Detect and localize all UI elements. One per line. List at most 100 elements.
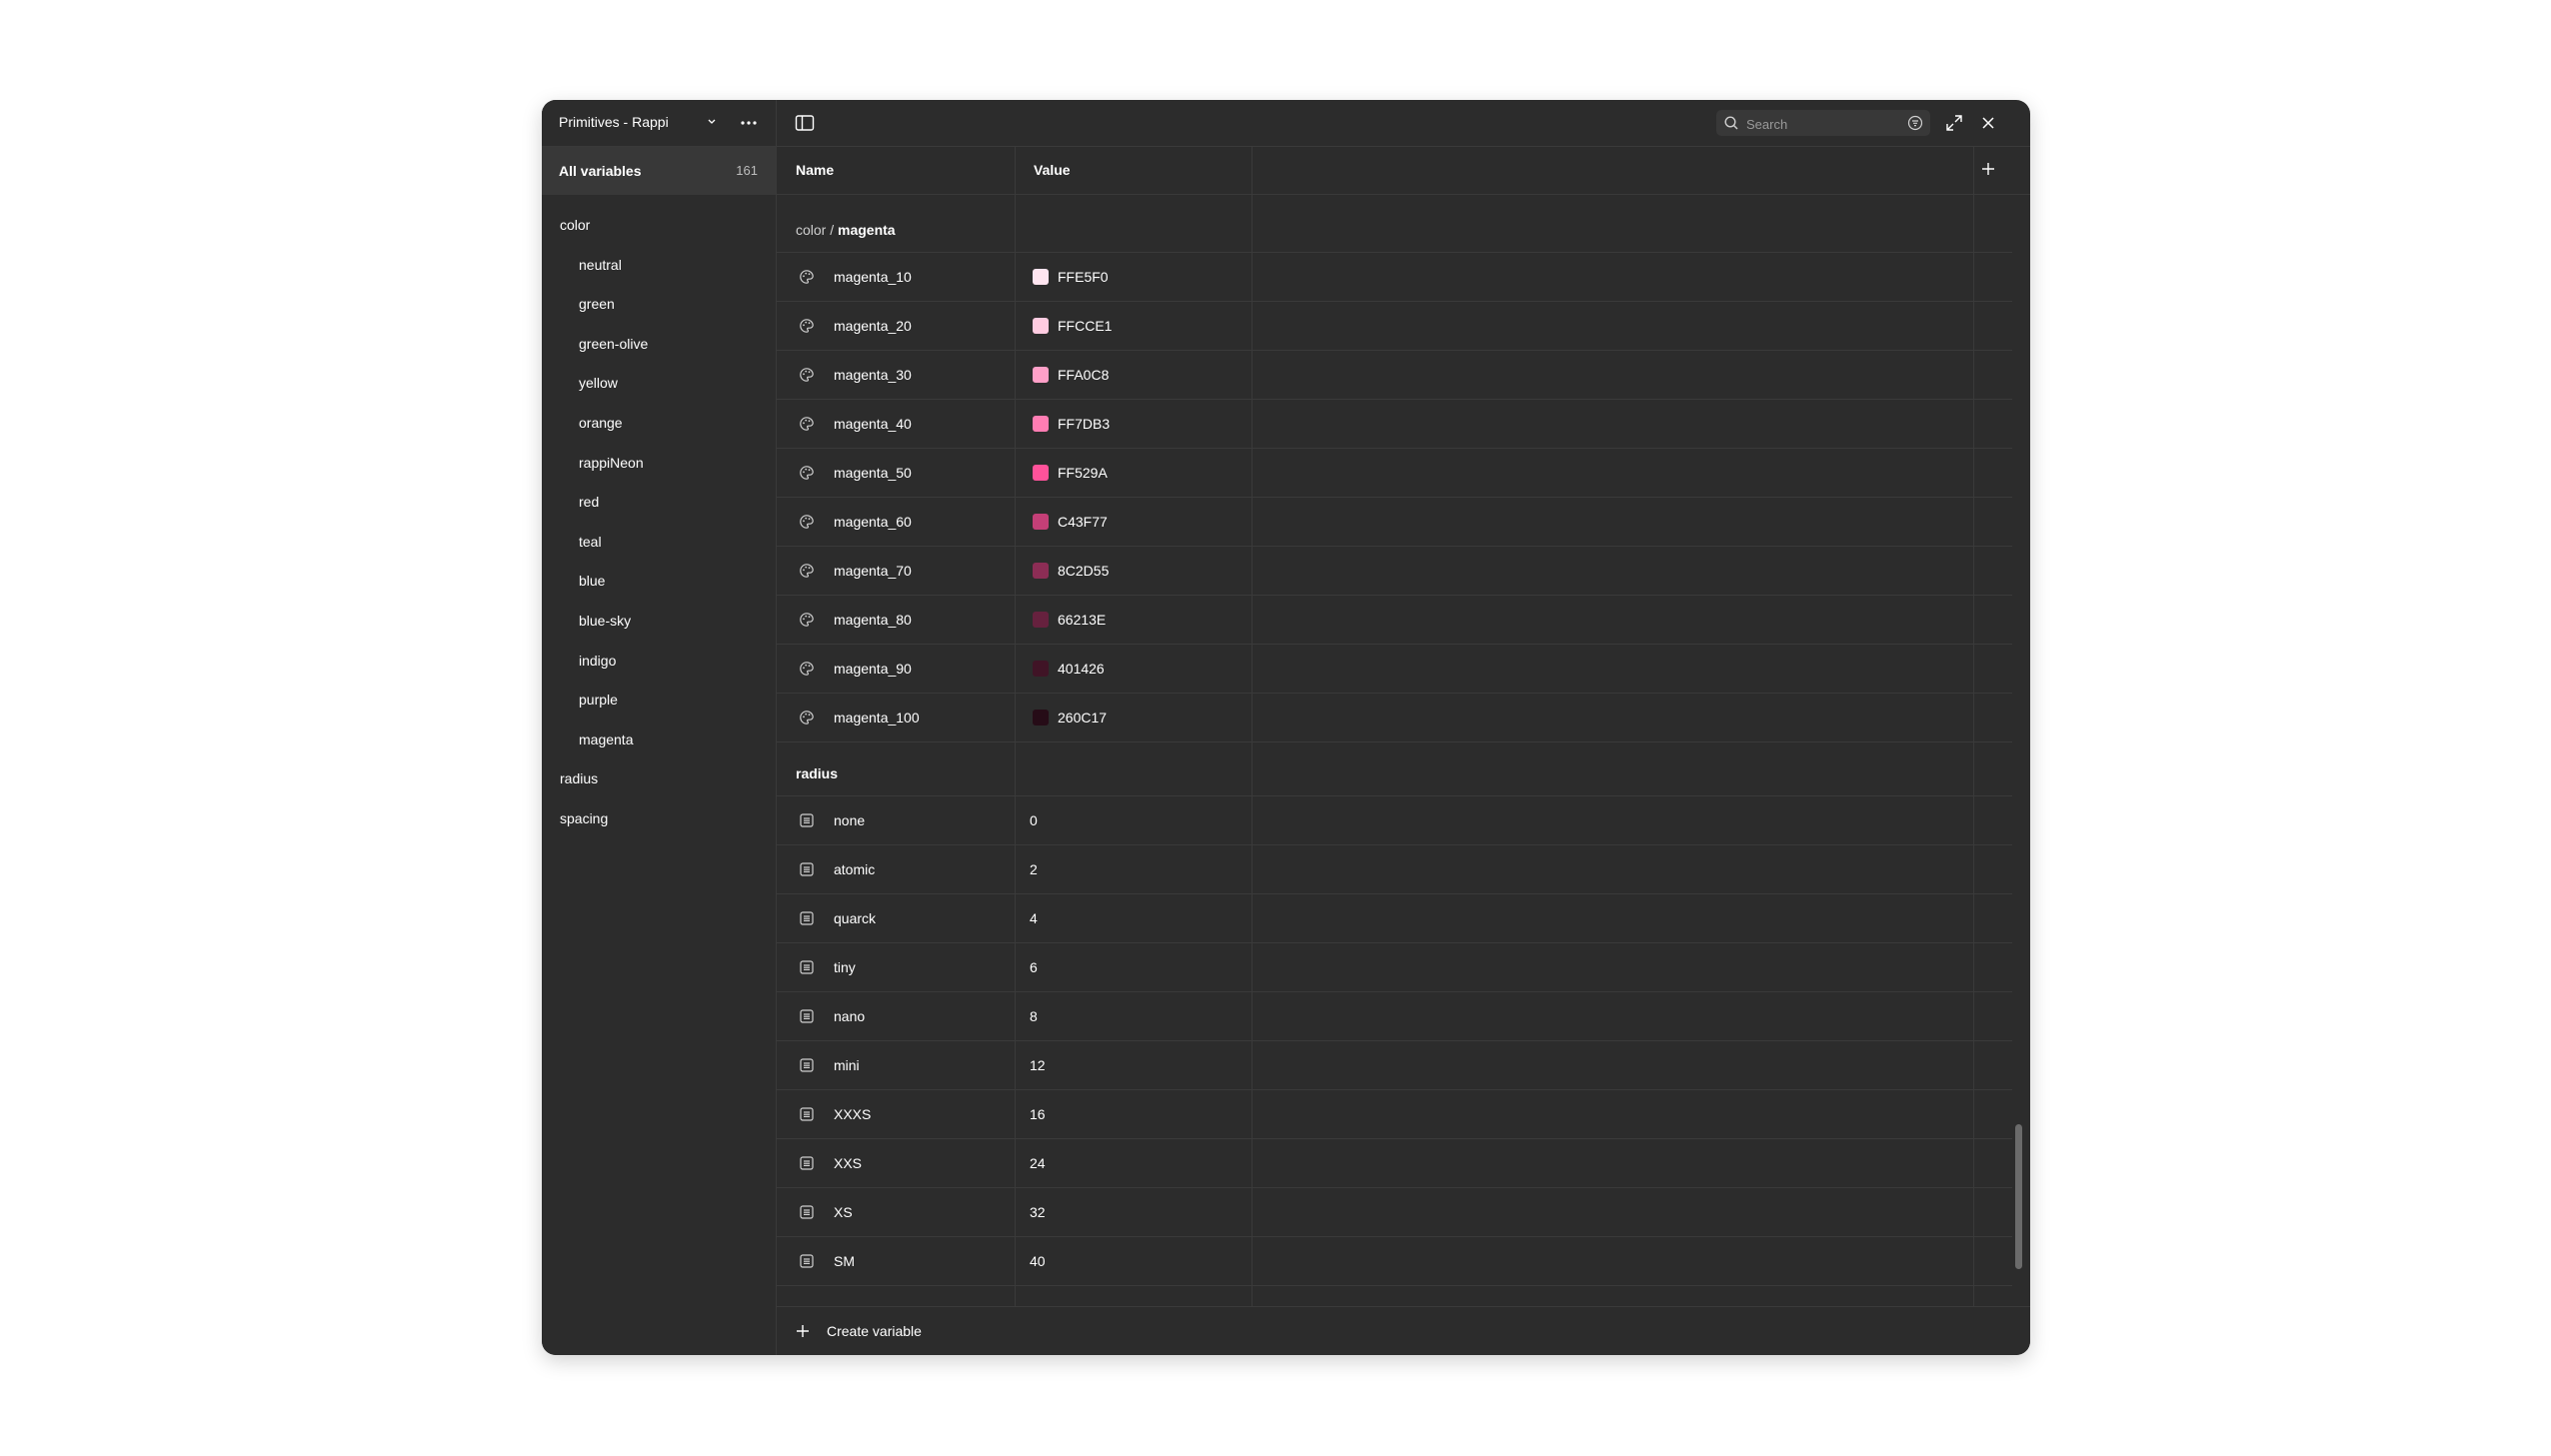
add-column-icon[interactable] — [1979, 160, 1997, 178]
color-swatch[interactable] — [1033, 318, 1049, 334]
plus-icon[interactable] — [795, 1323, 811, 1339]
sidebar-item-purple[interactable]: purple — [579, 692, 618, 708]
color-swatch[interactable] — [1033, 269, 1049, 285]
table-row[interactable]: nano 8 — [777, 992, 2012, 1041]
variable-name[interactable]: XXS — [834, 1155, 862, 1171]
table-row[interactable]: magenta_90 401426 — [777, 645, 2012, 694]
variable-value[interactable]: 4 — [1030, 910, 1038, 926]
color-swatch[interactable] — [1033, 465, 1049, 481]
table-row[interactable]: magenta_100 260C17 — [777, 694, 2012, 742]
variable-value[interactable]: 16 — [1030, 1106, 1046, 1122]
sidebar-item-indigo[interactable]: indigo — [579, 653, 616, 669]
variable-name[interactable]: mini — [834, 1057, 860, 1073]
variable-name[interactable]: magenta_10 — [834, 269, 912, 285]
sidebar-item-radius[interactable]: radius — [560, 770, 598, 786]
table-row[interactable]: quarck 4 — [777, 894, 2012, 943]
sidebar-item-color[interactable]: color — [560, 217, 590, 233]
variable-value[interactable]: 401426 — [1058, 661, 1105, 677]
search-box[interactable] — [1716, 110, 1930, 136]
variable-value[interactable]: FFA0C8 — [1058, 367, 1109, 383]
variable-name[interactable]: atomic — [834, 861, 875, 877]
variable-value[interactable]: FFCCE1 — [1058, 318, 1112, 334]
sidebar-item-teal[interactable]: teal — [579, 534, 602, 550]
expand-icon[interactable] — [1944, 113, 1964, 133]
variable-name[interactable]: nano — [834, 1008, 865, 1024]
color-swatch[interactable] — [1033, 661, 1049, 677]
table-row[interactable]: atomic 2 — [777, 845, 2012, 894]
table-row[interactable]: magenta_30 FFA0C8 — [777, 351, 2012, 400]
sidebar-item-orange[interactable]: orange — [579, 415, 623, 431]
color-swatch[interactable] — [1033, 514, 1049, 530]
variable-name[interactable]: tiny — [834, 959, 856, 975]
create-variable-button[interactable]: Create variable — [827, 1323, 922, 1339]
table-row[interactable]: magenta_70 8C2D55 — [777, 547, 2012, 596]
scrollbar-thumb[interactable] — [2015, 1124, 2022, 1269]
chevron-down-icon[interactable] — [706, 112, 718, 132]
scrollbar[interactable] — [2012, 195, 2030, 1306]
color-swatch[interactable] — [1033, 710, 1049, 726]
color-swatch[interactable] — [1033, 563, 1049, 579]
sidebar-toggle-icon[interactable] — [795, 114, 815, 132]
variable-value[interactable]: C43F77 — [1058, 514, 1108, 530]
variable-value[interactable]: 40 — [1030, 1253, 1046, 1269]
variable-name[interactable]: magenta_40 — [834, 416, 912, 432]
sidebar-item-blue[interactable]: blue — [579, 573, 605, 589]
variable-name[interactable]: XXXS — [834, 1106, 871, 1122]
sidebar-item-rappineon[interactable]: rappiNeon — [579, 455, 644, 471]
table-row[interactable]: mini 12 — [777, 1041, 2012, 1090]
variable-name[interactable]: magenta_70 — [834, 563, 912, 579]
variable-value[interactable]: 0 — [1030, 812, 1038, 828]
color-swatch[interactable] — [1033, 612, 1049, 628]
table-row[interactable]: magenta_40 FF7DB3 — [777, 400, 2012, 449]
table-row[interactable]: magenta_80 66213E — [777, 596, 2012, 645]
variable-value[interactable]: 2 — [1030, 861, 1038, 877]
variable-value[interactable]: 260C17 — [1058, 710, 1107, 726]
variable-name[interactable]: XS — [834, 1204, 853, 1220]
variable-value[interactable]: 66213E — [1058, 612, 1106, 628]
sidebar-item-red[interactable]: red — [579, 494, 599, 510]
table-row[interactable]: tiny 6 — [777, 943, 2012, 992]
sidebar-item-magenta[interactable]: magenta — [579, 731, 633, 747]
variable-name[interactable]: none — [834, 812, 865, 828]
variable-value[interactable]: 12 — [1030, 1057, 1046, 1073]
search-input[interactable] — [1744, 113, 1898, 135]
variable-value[interactable]: 6 — [1030, 959, 1038, 975]
table-row[interactable]: magenta_10 FFE5F0 — [777, 253, 2012, 302]
sidebar-item-green[interactable]: green — [579, 296, 615, 312]
variable-value[interactable]: 32 — [1030, 1204, 1046, 1220]
variable-name[interactable]: magenta_100 — [834, 710, 920, 726]
variable-value[interactable]: FF7DB3 — [1058, 416, 1110, 432]
sidebar-item-blue-sky[interactable]: blue-sky — [579, 613, 631, 629]
variable-name[interactable]: magenta_80 — [834, 612, 912, 628]
sidebar-item-neutral[interactable]: neutral — [579, 257, 622, 273]
sidebar-item-green-olive[interactable]: green-olive — [579, 336, 648, 352]
table-row[interactable]: SM 40 — [777, 1237, 2012, 1286]
variable-name[interactable]: magenta_90 — [834, 661, 912, 677]
more-options-icon[interactable] — [738, 112, 760, 134]
sidebar-item-yellow[interactable]: yellow — [579, 375, 618, 391]
variable-name[interactable]: magenta_30 — [834, 367, 912, 383]
table-row[interactable]: XXXS 16 — [777, 1090, 2012, 1139]
table-row[interactable]: magenta_20 FFCCE1 — [777, 302, 2012, 351]
filter-icon[interactable] — [1907, 115, 1923, 131]
variable-value[interactable]: FFE5F0 — [1058, 269, 1109, 285]
variable-name[interactable]: magenta_50 — [834, 465, 912, 481]
table-row[interactable]: none 0 — [777, 796, 2012, 845]
color-swatch[interactable] — [1033, 416, 1049, 432]
variable-name[interactable]: magenta_20 — [834, 318, 912, 334]
variable-name[interactable]: magenta_60 — [834, 514, 912, 530]
variable-value[interactable]: FF529A — [1058, 465, 1108, 481]
variable-name[interactable]: SM — [834, 1253, 855, 1269]
table-row[interactable]: XS 32 — [777, 1188, 2012, 1237]
sidebar-item-all-variables[interactable]: All variables 161 — [542, 147, 776, 195]
table-row[interactable]: magenta_50 FF529A — [777, 449, 2012, 498]
table-row[interactable]: magenta_60 C43F77 — [777, 498, 2012, 547]
variable-value[interactable]: 8 — [1030, 1008, 1038, 1024]
variable-value[interactable]: 24 — [1030, 1155, 1046, 1171]
variable-value[interactable]: 8C2D55 — [1058, 563, 1109, 579]
color-swatch[interactable] — [1033, 367, 1049, 383]
variable-name[interactable]: quarck — [834, 910, 876, 926]
table-row[interactable]: XXS 24 — [777, 1139, 2012, 1188]
collection-name[interactable]: Primitives - Rappi — [559, 114, 669, 130]
sidebar-item-spacing[interactable]: spacing — [560, 810, 608, 826]
